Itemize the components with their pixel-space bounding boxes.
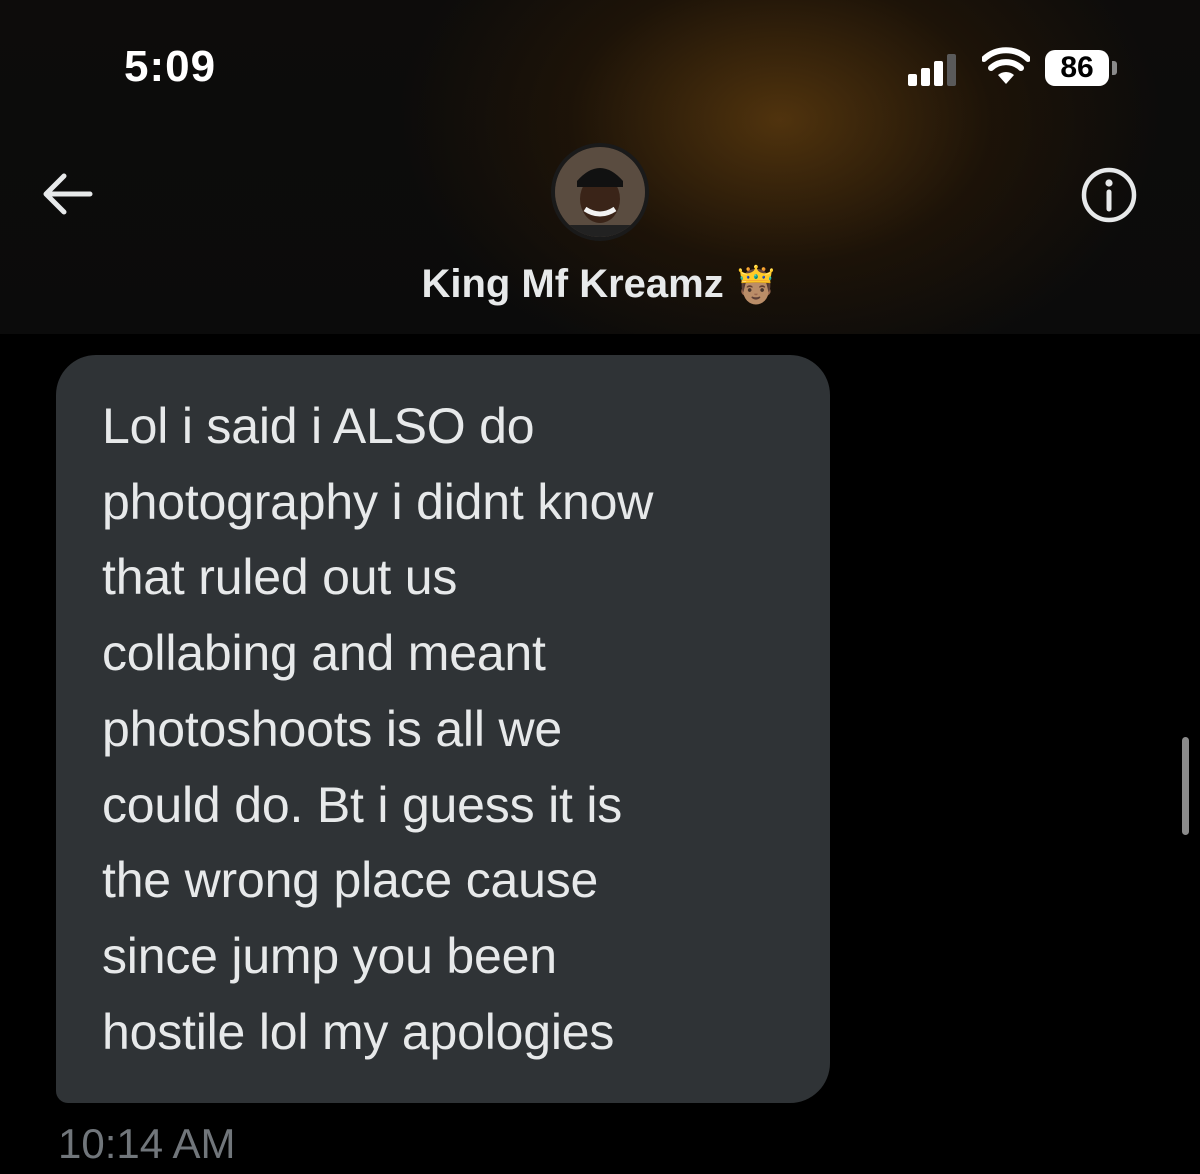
back-arrow-icon[interactable]	[36, 166, 100, 222]
cellular-signal-icon	[908, 52, 964, 86]
prince-emoji: 🤴🏽	[733, 264, 779, 305]
message-bubble[interactable]: Lol i said i ALSO do photography i didnt…	[56, 355, 830, 1103]
conversation-header: 5:09 86 King Mf Kreamz 🤴🏽	[0, 0, 1200, 334]
message-text: Lol i said i ALSO do photography i didnt…	[102, 398, 654, 1060]
contact-name-text: King Mf Kreamz	[421, 262, 724, 306]
battery-nub	[1112, 61, 1117, 75]
avatar-photo	[555, 147, 645, 237]
info-icon[interactable]	[1078, 164, 1140, 226]
wifi-icon	[982, 47, 1030, 84]
message-timestamp: 10:14 AM	[58, 1120, 236, 1167]
scrollbar[interactable]	[1182, 737, 1189, 835]
avatar[interactable]	[551, 143, 649, 241]
contact-name[interactable]: King Mf Kreamz 🤴🏽	[0, 262, 1200, 307]
status-time: 5:09	[124, 42, 217, 91]
battery-icon: 86	[1045, 50, 1109, 86]
